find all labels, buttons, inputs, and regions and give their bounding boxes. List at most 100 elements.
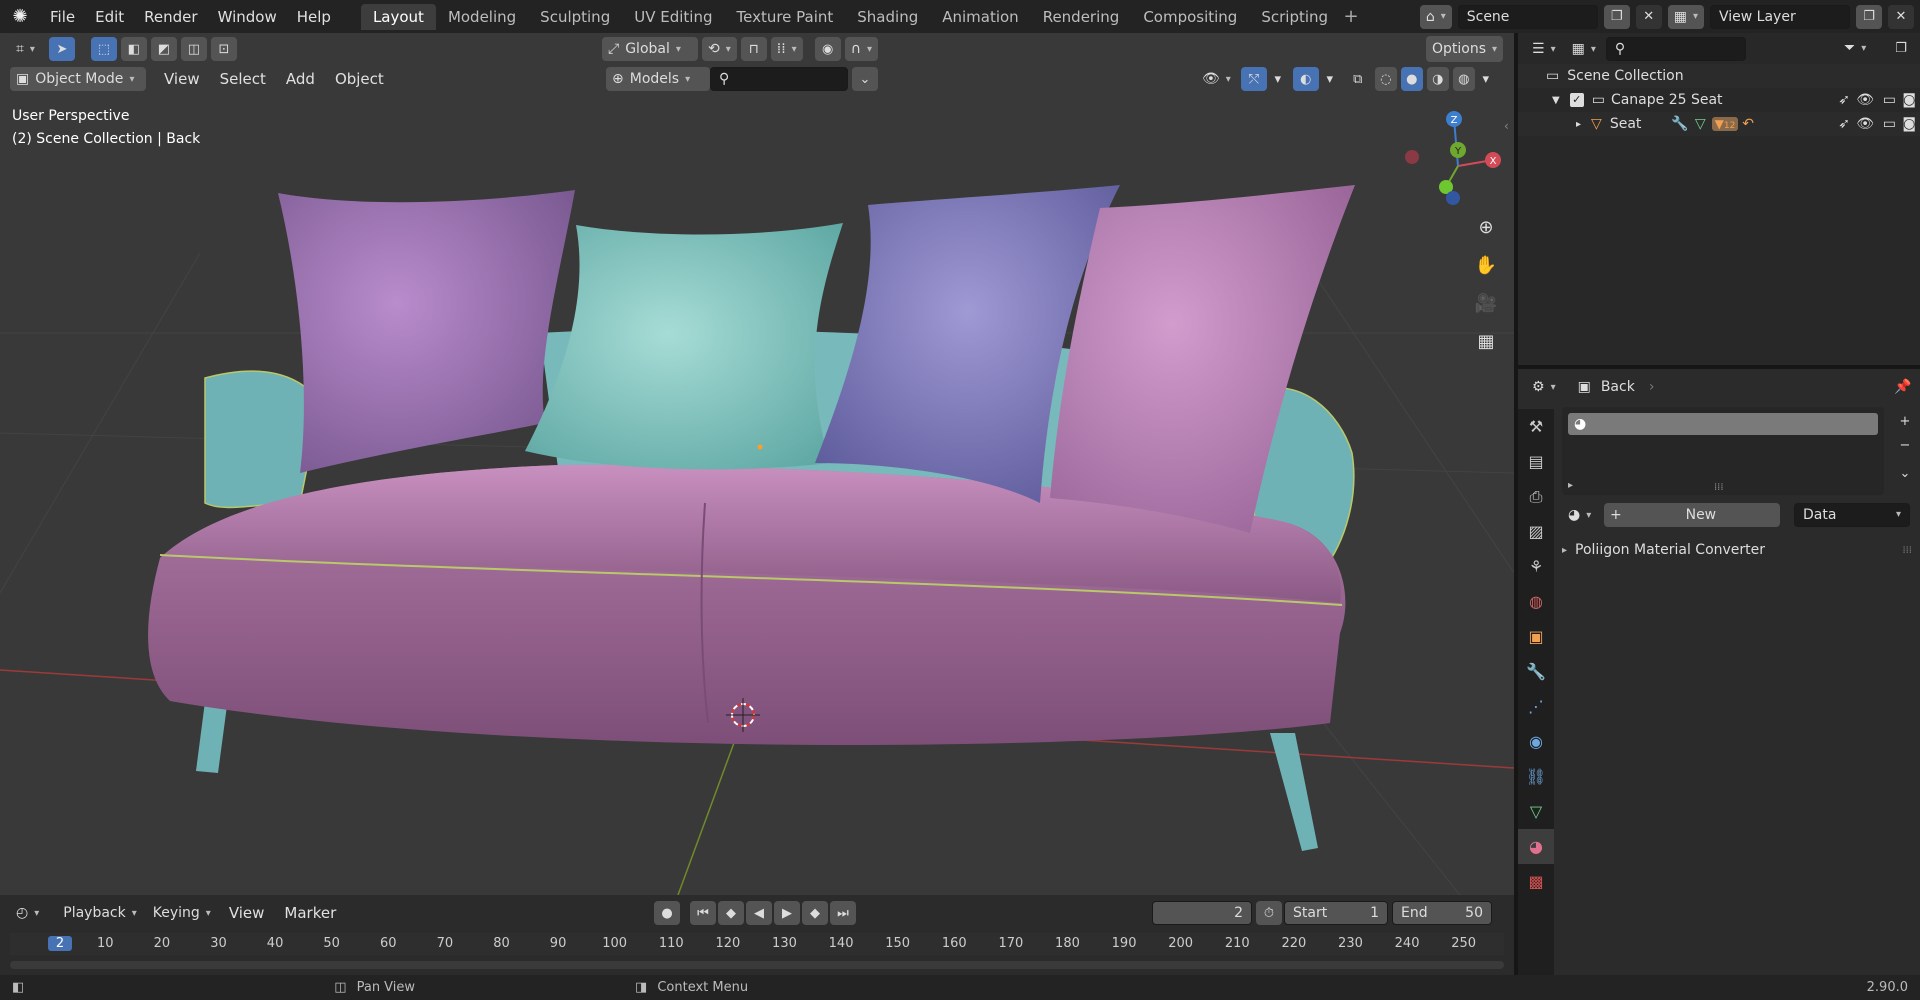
outliner-row-object[interactable]: ▸ ▽ Seat 🔧 ▽ ▼12 ↶ ➶ 👁 ▭ ◙ [1518,112,1920,136]
add-slot-icon[interactable]: + [1892,409,1918,433]
monitor-icon[interactable]: ▭ [1883,116,1896,132]
display-mode-dropdown[interactable]: ▦ ▾ [1565,37,1602,61]
view-layer-tab-icon[interactable]: ▨ [1518,514,1554,549]
new-view-layer-icon[interactable]: ❐ [1856,4,1882,29]
solid-shading-icon[interactable]: ● [1400,67,1423,91]
timeline-menu-marker[interactable]: Marker [276,904,344,922]
chevron-down-icon[interactable]: ▾ [1478,67,1493,91]
jump-end-icon[interactable]: ⏭ [830,901,856,925]
eye-icon[interactable]: 👁 [1856,92,1874,108]
view-layer-selector-button[interactable]: ▦ ▾ [1667,4,1704,29]
constraints-tab-icon[interactable]: ⛓ [1518,759,1554,794]
drag-handle-icon[interactable]: ⁞⁞⁞ [1902,545,1912,556]
jump-start-icon[interactable]: ⏮ [690,901,716,925]
proportional-edit-icon[interactable]: ◉ [814,37,841,61]
viewport-search-input[interactable]: ⚲ [710,67,848,91]
slot-menu-icon[interactable]: ⌄ [1892,461,1918,485]
menu-file[interactable]: File [40,8,85,26]
expand-arrow-icon[interactable]: ▸ [1568,480,1573,491]
next-keyframe-icon[interactable]: ◆ [802,901,828,925]
snap-target-dropdown[interactable]: ⁞⁞ ▾ [770,37,803,61]
keying-dropdown[interactable]: Keying ▾ [146,901,217,925]
viewport-menu-select[interactable]: Select [212,70,274,88]
gizmo-toggle-icon[interactable]: ⤲ [1240,67,1267,91]
falloff-dropdown[interactable]: ∩ ▾ [844,37,878,61]
tab-rendering[interactable]: Rendering [1031,4,1132,30]
collection-dropdown[interactable]: ⊕ Models ▾ [606,67,710,91]
physics-tab-icon[interactable]: ◉ [1518,724,1554,759]
menu-edit[interactable]: Edit [85,8,134,26]
zoom-icon[interactable]: ⊕ [1470,211,1502,243]
world-tab-icon[interactable]: ◍ [1518,584,1554,619]
current-frame-marker[interactable]: 2 [48,936,72,951]
visibility-dropdown[interactable]: 👁 ▾ [1196,67,1237,91]
constraint-icon[interactable]: ↶ [1742,116,1754,132]
play-reverse-icon[interactable]: ◀ [746,901,772,925]
select-tool-icon[interactable]: ➤ [48,37,75,61]
viewport-menu-object[interactable]: Object [327,70,392,88]
output-tab-icon[interactable]: ⎙ [1518,479,1554,514]
select-new-icon[interactable]: ⬚ [90,37,117,61]
view-layer-field[interactable]: View Layer [1710,4,1850,29]
tab-modeling[interactable]: Modeling [436,4,528,30]
chevron-down-icon[interactable]: ▾ [1270,67,1285,91]
tab-uv-editing[interactable]: UV Editing [622,4,724,30]
tool-tab-icon[interactable]: ⚒ [1518,409,1554,444]
snap-toggle-icon[interactable]: ⊓ [740,37,767,61]
tab-compositing[interactable]: Compositing [1131,4,1249,30]
navigation-gizmo[interactable]: X Z Y [1405,111,1501,205]
modifier-tab-icon[interactable]: 🔧 [1518,654,1554,689]
object-mode-dropdown[interactable]: ▣ Object Mode ▾ [10,67,146,91]
eye-icon[interactable]: 👁 [1856,116,1874,132]
properties-editor-type-button[interactable]: ⚙ ▾ [1526,375,1562,399]
render-tab-icon[interactable]: ▤ [1518,444,1554,479]
overlays-toggle-icon[interactable]: ◐ [1292,67,1319,91]
pin-icon[interactable]: 📌 [1894,379,1911,395]
collection-checkbox[interactable]: ✓ [1569,93,1584,107]
wireframe-shading-icon[interactable]: ◌ [1374,67,1397,91]
select-intersect-icon[interactable]: ⊡ [210,37,237,61]
3d-viewport[interactable]: X Z Y ⌗ ▾ ➤ ⬚ ◧ ◩ ◫ ⊡ ⤢ Global ▾ ⟲ ▾ ⊓ ⁞⁞ ▾ ◉… [0,33,1514,895]
texture-tab-icon[interactable]: ▩ [1518,864,1554,899]
mesh-data-icon[interactable]: ▽ [1695,116,1706,132]
remove-slot-icon[interactable]: − [1892,433,1918,457]
timeline-scrollbar[interactable] [10,961,1504,969]
tab-shading[interactable]: Shading [845,4,930,30]
outliner-search-input[interactable]: ⚲ [1605,37,1746,61]
data-tab-icon[interactable]: ▽ [1518,794,1554,829]
xray-toggle-icon[interactable]: ⧉ [1344,67,1371,91]
blender-logo-icon[interactable]: ✺ [0,0,40,33]
menu-render[interactable]: Render [134,8,207,26]
ortho-grid-icon[interactable]: ▦ [1470,325,1502,357]
options-dropdown[interactable]: Options ▾ [1426,36,1504,62]
timeline-menu-view[interactable]: View [221,904,273,922]
viewport-menu-add[interactable]: Add [278,70,323,88]
chevron-down-icon[interactable]: ▾ [1322,67,1337,91]
collapse-sidebar-icon[interactable]: ‹ [1504,119,1509,133]
select-arrow-icon[interactable]: ➶ [1838,116,1850,132]
tab-scripting[interactable]: Scripting [1249,4,1340,30]
play-icon[interactable]: ▶ [774,901,800,925]
object-tab-icon[interactable]: ▣ [1518,619,1554,654]
new-scene-icon[interactable]: ❐ [1603,4,1630,29]
link-data-dropdown[interactable]: Data ▾ [1794,503,1910,527]
material-shading-icon[interactable]: ◑ [1426,67,1449,91]
filter-dropdown[interactable]: ⏷ ▾ [1838,36,1873,60]
camera-view-icon[interactable]: 🎥 [1470,287,1502,319]
current-frame-field[interactable]: 2 [1152,901,1252,925]
search-options-icon[interactable]: ⌄ [852,67,878,91]
material-slot-list[interactable]: ◕ ▸ ⁞⁞⁞ [1562,407,1884,495]
stopwatch-icon[interactable]: ⏱ [1256,901,1282,925]
new-collection-icon[interactable]: ❐ [1888,36,1914,60]
material-badge[interactable]: ▼12 [1711,117,1739,131]
resize-handle-icon[interactable]: ⁞⁞⁞ [1714,482,1724,493]
viewport-menu-view[interactable]: View [156,70,208,88]
tab-sculpting[interactable]: Sculpting [528,4,622,30]
tab-texture-paint[interactable]: Texture Paint [724,4,845,30]
add-workspace-icon[interactable]: + [1340,6,1362,27]
outliner-row-collection[interactable]: ▼ ✓ ▭ Canape 25 Seat ➶ 👁 ▭ ◙ [1518,88,1920,112]
camera-icon[interactable]: ◙ [1902,92,1916,108]
menu-help[interactable]: Help [287,8,341,26]
scene-selector-button[interactable]: ⌂ ▾ [1419,4,1452,29]
menu-window[interactable]: Window [208,8,287,26]
